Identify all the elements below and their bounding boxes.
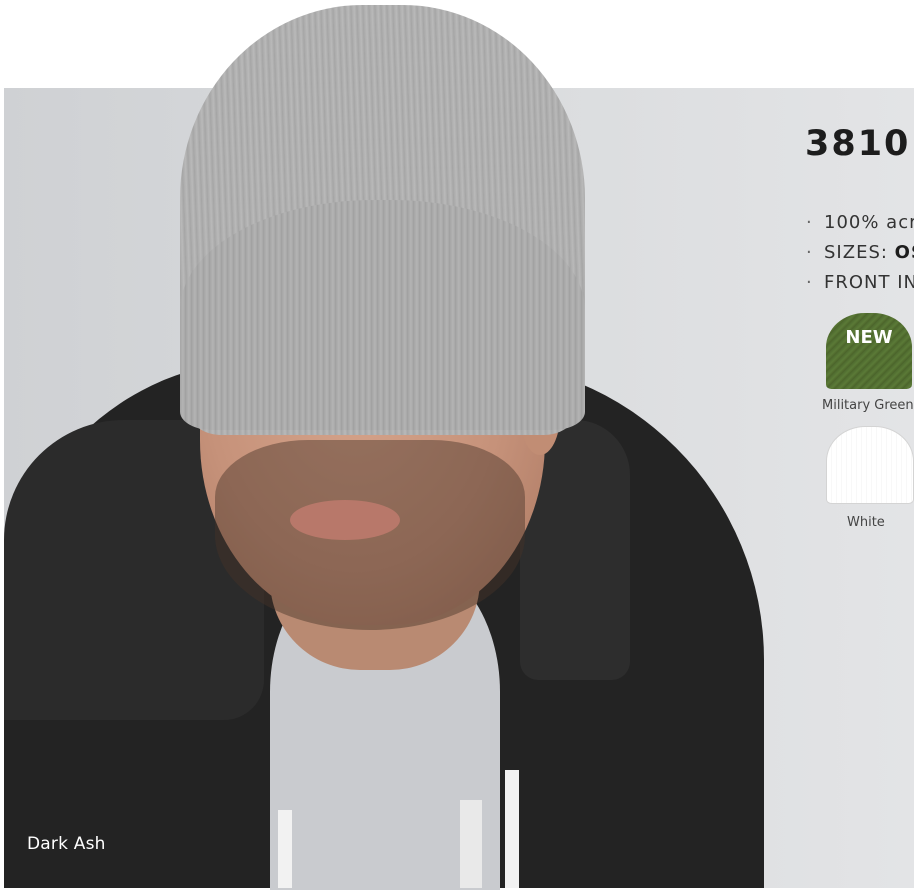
new-badge: NEW xyxy=(845,327,893,348)
swatch-label: Military Green xyxy=(822,398,914,413)
swatch-military-green[interactable]: NEW xyxy=(826,313,912,389)
drawstring-right xyxy=(505,770,519,888)
zipper xyxy=(460,800,482,888)
model-photo xyxy=(0,0,914,890)
lips xyxy=(290,500,400,540)
product-title: 3810 | xyxy=(805,124,914,164)
color-caption: Dark Ash xyxy=(27,834,106,854)
bullet-icon: · xyxy=(806,212,813,233)
beanie-cuff xyxy=(180,200,585,430)
drawstring-left xyxy=(278,810,292,888)
feature-item: ·SIZES: OS xyxy=(806,242,914,263)
bullet-icon: · xyxy=(806,272,813,293)
beanie-icon xyxy=(826,426,914,504)
beanie-icon: NEW xyxy=(826,313,912,389)
swatch-white[interactable] xyxy=(826,426,914,504)
feature-item: · FRONT IN xyxy=(806,272,914,293)
feature-item: · 100% acr xyxy=(806,212,914,233)
bullet-icon: · xyxy=(806,242,813,263)
swatch-label: White xyxy=(847,515,885,530)
feature-list: ·100% acr ·SIZES: OS ·FRONT IN xyxy=(806,212,914,302)
